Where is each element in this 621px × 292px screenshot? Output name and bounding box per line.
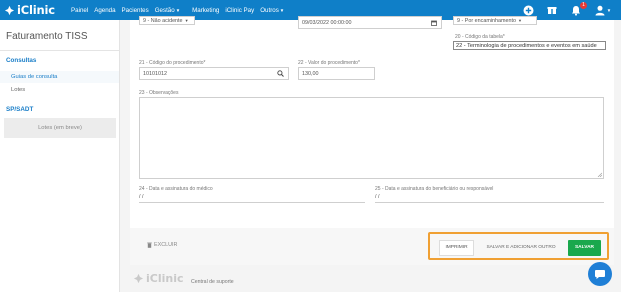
delete-button-label: EXCLUIR: [154, 242, 178, 248]
chevron-down-icon: ▼: [279, 7, 285, 13]
nav-item-gestao-label: Gestão: [154, 6, 175, 14]
print-button[interactable]: IMPRIMIR: [439, 240, 474, 256]
calendar-icon[interactable]: [431, 17, 437, 28]
chevron-down-icon: ▼: [606, 7, 612, 13]
attendance-type-value: 9 - Por encaminhamento: [457, 17, 517, 24]
attendance-date-field[interactable]: 09/03/2022 00:00:00: [298, 16, 442, 29]
notification-badge: 1: [580, 2, 587, 9]
chevron-down-icon: ▼: [175, 7, 181, 13]
accident-indicator-value: 9 - Não acidente: [143, 17, 183, 24]
brand-name: iClinic: [17, 3, 55, 17]
resize-handle-icon[interactable]: [597, 172, 602, 177]
procedure-value-input[interactable]: 130,00: [298, 67, 375, 80]
sidebar-title: Faturamento TISS: [6, 31, 88, 42]
nav-item-painel[interactable]: Painel: [71, 7, 88, 14]
search-icon[interactable]: [277, 68, 284, 79]
user-menu[interactable]: ▼: [593, 3, 613, 17]
sidebar-section-consultas[interactable]: Consultas: [6, 57, 36, 64]
nav-item-outros[interactable]: Outros▼: [260, 7, 290, 14]
doctor-signature-date-input[interactable]: / /: [139, 194, 365, 203]
doctor-signature-label: 24 - Data e assinatura do médico: [139, 186, 213, 192]
highlighted-action-group: IMPRIMIR SALVAR E ADICIONAR OUTRO SALVAR: [428, 232, 609, 260]
support-center-link[interactable]: Central de suporte: [191, 279, 234, 285]
chat-button[interactable]: [588, 262, 612, 286]
nav-item-outros-label: Outros: [260, 6, 279, 14]
user-icon: [595, 5, 605, 15]
chevron-down-icon: ▼: [184, 18, 189, 23]
iclinic-logo-icon: [133, 273, 144, 284]
save-button[interactable]: SALVAR: [568, 240, 601, 256]
plus-circle-icon[interactable]: [521, 3, 535, 17]
nav-item-agenda[interactable]: Agenda: [94, 7, 115, 14]
sidebar: Faturamento TISS Consultas Guias de cons…: [0, 20, 120, 292]
observations-textarea[interactable]: [139, 97, 604, 179]
chevron-down-icon: ▼: [518, 18, 522, 23]
tiss-guide-form: 9 - Não acidente ▼ 09/03/2022 00:00:00 9…: [130, 16, 614, 265]
gift-icon[interactable]: [545, 3, 559, 17]
table-code-tooltip[interactable]: 22 - Terminologia de procedimentos e eve…: [453, 41, 606, 50]
chat-icon: [595, 270, 605, 279]
sidebar-divider: [0, 50, 120, 51]
table-code-label: 20 - Código da tabela*: [455, 34, 505, 40]
sidebar-item-lotes[interactable]: Lotes: [0, 84, 119, 96]
procedure-code-label: 21 - Código do procedimento*: [139, 60, 206, 66]
procedure-code-input[interactable]: 10101012: [139, 67, 289, 80]
footer-brand-name: iClinic: [146, 272, 184, 285]
delete-button[interactable]: EXCLUIR: [147, 242, 177, 248]
sidebar-section-spsadt[interactable]: SP/SADT: [6, 106, 33, 113]
bell-icon[interactable]: 1: [569, 2, 587, 17]
footer-brand-logo: iClinic: [133, 272, 184, 285]
trash-icon: [147, 242, 152, 248]
sidebar-item-guias-de-consulta[interactable]: Guias de consulta: [0, 71, 119, 83]
procedure-code-value: 10101012: [143, 70, 167, 77]
nav-item-gestao[interactable]: Gestão▼: [155, 7, 186, 14]
beneficiary-signature-label: 25 - Data e assinatura do beneficiário o…: [375, 186, 494, 192]
form-actions-bar: EXCLUIR IMPRIMIR SALVAR E ADICIONAR OUTR…: [130, 228, 614, 265]
attendance-type-select[interactable]: 9 - Por encaminhamento ▼: [453, 16, 537, 25]
procedure-value-label: 22 - Valor do procedimento*: [298, 60, 360, 66]
sidebar-item-lotes-coming-soon: Lotes (em breve): [4, 118, 116, 138]
save-and-add-another-button[interactable]: SALVAR E ADICIONAR OUTRO: [483, 240, 559, 256]
accident-indicator-select[interactable]: 9 - Não acidente ▼: [139, 16, 195, 25]
iclinic-logo-icon: [4, 5, 15, 15]
procedure-value-value: 130,00: [302, 70, 319, 77]
observations-label: 23 - Observações: [139, 90, 179, 96]
beneficiary-signature-date-input[interactable]: / /: [375, 194, 604, 203]
nav-item-pacientes[interactable]: Pacientes: [122, 7, 149, 14]
brand-logo[interactable]: iClinic: [4, 3, 55, 17]
nav-item-iclinic-pay[interactable]: iClinic Pay: [225, 7, 254, 14]
attendance-date-value: 09/03/2022 00:00:00: [302, 19, 352, 26]
nav-item-marketing[interactable]: Marketing: [192, 7, 219, 14]
